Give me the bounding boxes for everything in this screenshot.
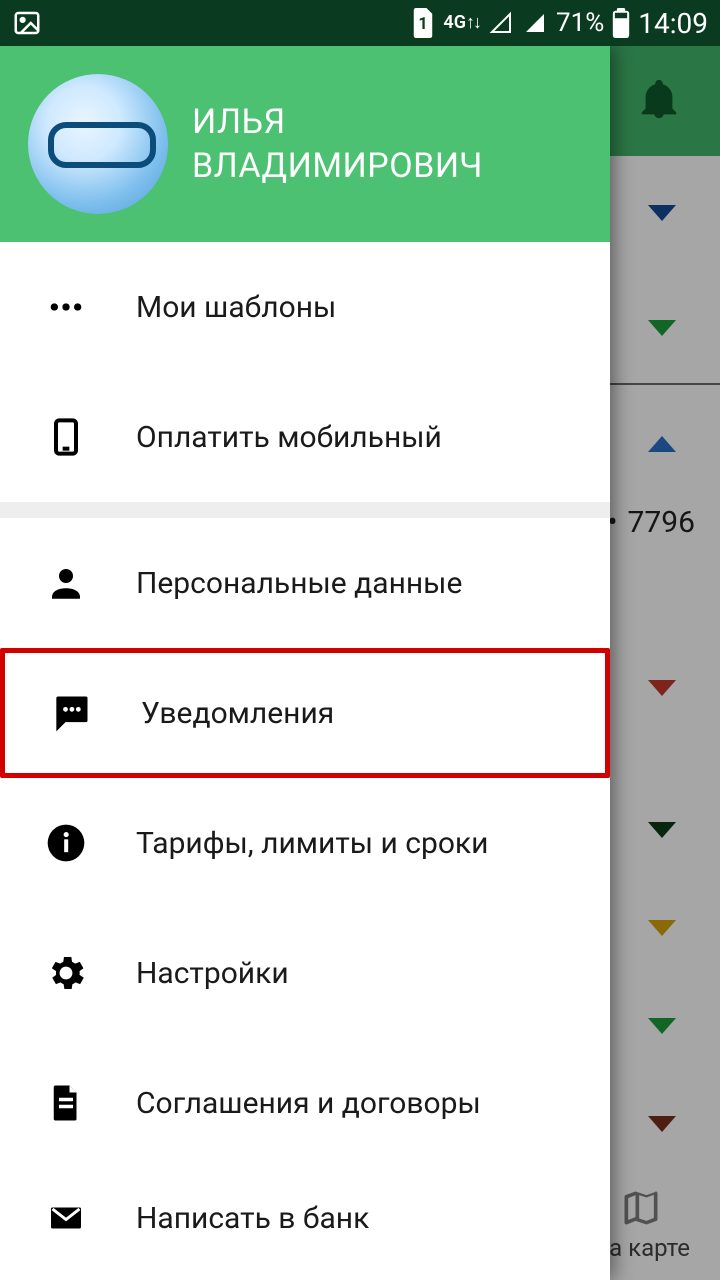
smartphone-icon — [36, 413, 96, 461]
clock: 14:09 — [638, 7, 708, 40]
network-4g-icon: 4G↑↓ — [443, 15, 480, 31]
menu-label: Мои шаблоны — [136, 290, 336, 325]
info-icon — [36, 821, 96, 865]
section-divider — [0, 502, 610, 518]
avatar — [28, 74, 168, 214]
sim-icon: 1 — [411, 8, 435, 38]
menu-item-pay-mobile[interactable]: Оплатить мобильный — [0, 372, 610, 502]
menu-item-settings[interactable]: Настройки — [0, 908, 610, 1038]
svg-text:1: 1 — [419, 14, 428, 33]
menu-item-agreements[interactable]: Соглашения и договоры — [0, 1038, 610, 1168]
navigation-drawer: ИЛЬЯ ВЛАДИМИРОВИЧ Мои шаблоны Оплатить м… — [0, 46, 610, 1280]
more-horizontal-icon — [36, 287, 96, 327]
menu-label: Тарифы, лимиты и сроки — [136, 826, 488, 861]
gear-icon — [36, 951, 96, 995]
menu-label: Соглашения и договоры — [136, 1086, 481, 1121]
status-bar: 1 4G↑↓ 71% 14:09 — [0, 0, 720, 46]
menu-label: Настройки — [136, 956, 289, 991]
menu-label: Персональные данные — [136, 566, 462, 601]
signal-sim2-icon — [522, 11, 548, 35]
menu-item-personal[interactable]: Персональные данные — [0, 518, 610, 648]
document-icon — [36, 1080, 96, 1126]
menu-item-write-bank[interactable]: Написать в банк — [0, 1168, 610, 1268]
user-first-name: ИЛЬЯ — [192, 100, 483, 144]
user-name: ИЛЬЯ ВЛАДИМИРОВИЧ — [192, 100, 483, 188]
sms-icon — [41, 691, 101, 735]
menu-item-templates[interactable]: Мои шаблоны — [0, 242, 610, 372]
menu-label: Уведомления — [141, 696, 334, 731]
menu-item-tariffs[interactable]: Тарифы, лимиты и сроки — [0, 778, 610, 908]
battery-icon — [612, 8, 630, 38]
battery-percent: 71% — [556, 8, 604, 38]
menu-label: Оплатить мобильный — [136, 420, 442, 455]
mail-icon — [36, 1200, 96, 1236]
user-last-name: ВЛАДИМИРОВИЧ — [192, 144, 483, 188]
person-icon — [36, 562, 96, 604]
menu-label: Написать в банк — [136, 1201, 369, 1236]
image-notification-icon — [12, 8, 42, 38]
signal-sim1-icon — [488, 11, 514, 35]
drawer-header[interactable]: ИЛЬЯ ВЛАДИМИРОВИЧ — [0, 46, 610, 242]
menu-item-notifications[interactable]: Уведомления — [0, 648, 610, 778]
